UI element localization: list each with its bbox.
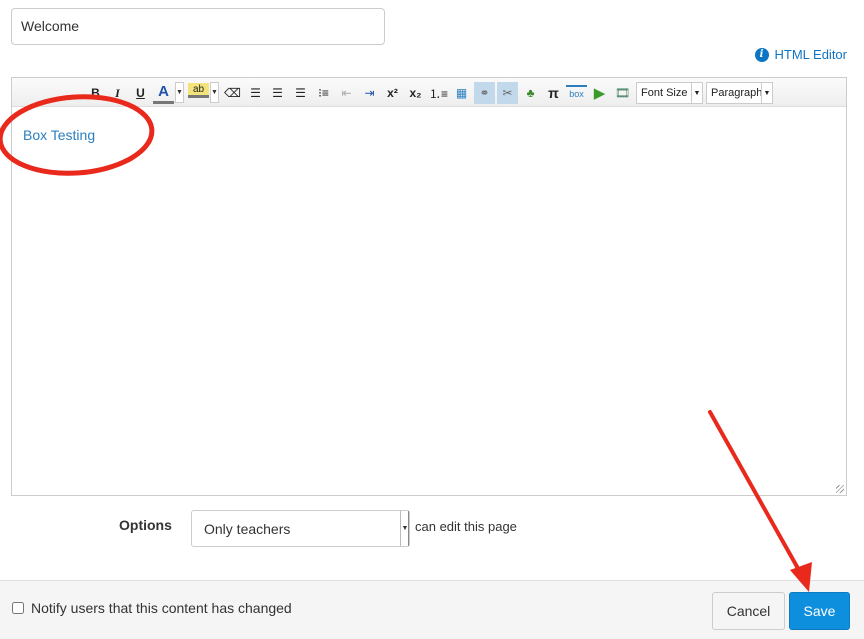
highlight-dropdown[interactable]: ▼ [210,82,219,103]
highlight-button[interactable]: ab [188,83,209,98]
box-button[interactable]: box [566,85,587,101]
cancel-button[interactable]: Cancel [712,592,785,630]
numbered-list-icon[interactable]: ⒈≡ [428,82,449,104]
options-label: Options [119,517,172,533]
save-button[interactable]: Save [789,592,850,630]
align-center-icon[interactable]: ☰ [267,82,288,104]
align-left-icon[interactable]: ☰ [245,82,266,104]
editor-toolbar: B I U A ▼ ab ▼ ⌫ ☰ ☰ ☰ ⁝≡ ⇤ ⇥ x² x₂ ⒈≡ ▦… [12,78,846,107]
italic-button[interactable]: I [107,82,128,104]
notify-users-option[interactable]: Notify users that this content has chang… [12,600,292,616]
video-icon[interactable]: 🎞 [612,82,633,104]
font-size-label: Font Size [641,87,688,99]
subscript-button[interactable]: x₂ [405,82,426,104]
chevron-down-icon: ▼ [691,83,702,103]
can-edit-text: can edit this page [415,519,517,534]
html-editor-label: HTML Editor [774,47,847,62]
font-color-button[interactable]: A [153,82,174,104]
chevron-down-icon: ▼ [400,511,409,546]
info-icon: i [754,47,769,62]
unlink-icon[interactable]: ✂ [497,82,518,104]
resize-handle[interactable] [836,485,844,493]
rich-text-editor[interactable]: B I U A ▼ ab ▼ ⌫ ☰ ☰ ☰ ⁝≡ ⇤ ⇥ x² x₂ ⒈≡ ▦… [11,77,847,496]
table-icon[interactable]: ▦ [451,82,472,104]
bold-button[interactable]: B [85,82,106,104]
paragraph-label: Paragraph [711,87,763,99]
page-title-input[interactable]: Welcome [11,8,385,45]
html-editor-link[interactable]: i HTML Editor [754,47,847,62]
image-icon[interactable]: ♣ [520,82,541,104]
outdent-icon[interactable]: ⇤ [336,82,357,104]
bullet-list-icon[interactable]: ⁝≡ [313,82,334,104]
superscript-button[interactable]: x² [382,82,403,104]
edit-permission-select[interactable]: Only teachers ▼ [191,510,410,547]
equation-button[interactable]: π [543,82,564,104]
align-right-icon[interactable]: ☰ [290,82,311,104]
indent-icon[interactable]: ⇥ [359,82,380,104]
edit-permission-value: Only teachers [204,521,291,537]
editor-content[interactable]: Box Testing [23,127,95,143]
font-color-dropdown[interactable]: ▼ [175,82,184,103]
notify-checkbox[interactable] [12,602,24,614]
chevron-down-icon: ▼ [761,83,772,103]
link-icon[interactable]: ⚭ [474,82,495,104]
paragraph-select[interactable]: Paragraph ▼ [706,82,773,104]
media-play-icon[interactable]: ▶ [589,82,610,104]
eraser-icon[interactable]: ⌫ [222,82,243,104]
notify-label: Notify users that this content has chang… [31,600,292,616]
font-size-select[interactable]: Font Size ▼ [636,82,703,104]
underline-button[interactable]: U [130,82,151,104]
